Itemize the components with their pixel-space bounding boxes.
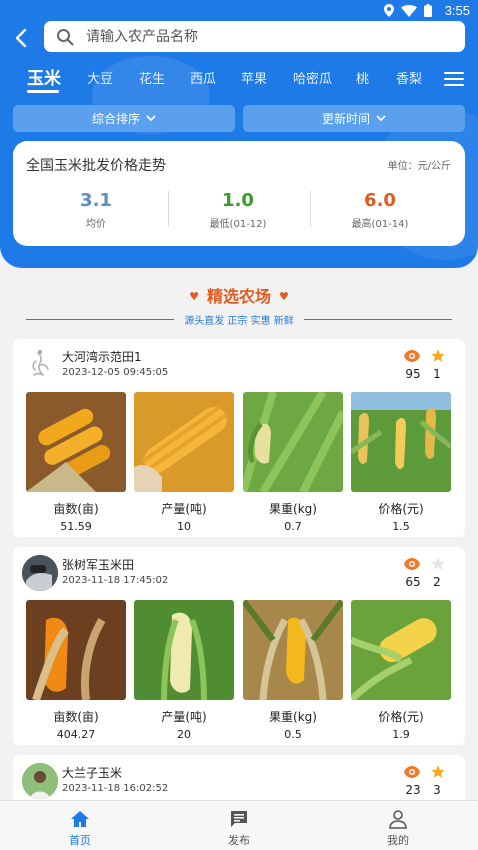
avatar xyxy=(22,555,58,591)
corn-image[interactable] xyxy=(243,392,343,492)
avg-price: 3.1 均价 xyxy=(80,190,112,230)
search-bar[interactable] xyxy=(44,21,465,52)
farm-stat-yield: 产量(吨) 20 xyxy=(161,710,207,741)
farm-stat-area: 亩数(亩) 404.27 xyxy=(53,710,99,741)
farm-card[interactable]: 大河湾示范田1 2023-12-05 09:45:05 95 1 亩数(亩) 5… xyxy=(13,339,465,537)
home-icon xyxy=(71,811,89,827)
farm-date: 2023-12-05 09:45:05 xyxy=(62,367,169,378)
farm-stat-weight: 果重(kg) 0.7 xyxy=(269,502,317,533)
price-card-title: 全国玉米批发价格走势 xyxy=(26,158,166,174)
farm-stat-price: 价格(元) 1.5 xyxy=(378,502,424,533)
tab-peanut[interactable]: 花生 xyxy=(139,68,165,87)
message-icon xyxy=(231,811,247,827)
farm-name: 大河湾示范田1 xyxy=(62,350,142,364)
chevron-down-icon xyxy=(376,115,386,122)
chevron-left-icon xyxy=(15,28,27,48)
tab-apple[interactable]: 苹果 xyxy=(241,68,267,87)
farm-stat-weight: 果重(kg) 0.5 xyxy=(269,710,317,741)
section-title: ♥ 精选农场 ♥ xyxy=(189,287,289,306)
corn-image[interactable] xyxy=(243,600,343,700)
heart-icon: ♥ xyxy=(279,290,289,303)
sort-button-overall[interactable]: 综合排序 xyxy=(13,105,235,132)
tab-corn[interactable]: 玉米 xyxy=(27,64,61,89)
user-icon xyxy=(389,810,407,829)
avatar xyxy=(22,763,58,799)
corn-image[interactable] xyxy=(351,600,451,700)
sort-label: 综合排序 xyxy=(91,112,140,126)
view-count: 95 xyxy=(405,367,421,381)
nav-publish[interactable]: 发布 xyxy=(199,809,279,848)
corn-image[interactable] xyxy=(26,600,126,700)
section-subtitle: 源头直发 正宗 实惠 新鲜 xyxy=(0,312,478,327)
active-tab-indicator xyxy=(27,90,59,93)
sort-label: 更新时间 xyxy=(321,112,370,126)
star-icon[interactable] xyxy=(431,765,445,779)
farm-stat-area: 亩数(亩) 51.59 xyxy=(53,502,99,533)
location-icon xyxy=(384,4,394,17)
tab-watermelon[interactable]: 西瓜 xyxy=(190,68,216,87)
sort-button-update-time[interactable]: 更新时间 xyxy=(243,105,465,132)
max-price: 6.0 最高(01-14) xyxy=(351,190,409,230)
eye-icon xyxy=(404,558,420,570)
status-bar: 3:55 xyxy=(0,0,478,22)
farm-name: 张树军玉米田 xyxy=(62,558,135,572)
tab-hami-melon[interactable]: 哈密瓜 xyxy=(293,68,332,87)
search-input[interactable] xyxy=(86,28,446,45)
tab-pear[interactable]: 香梨 xyxy=(396,68,422,87)
wifi-icon xyxy=(401,4,417,17)
star-icon[interactable] xyxy=(431,349,445,363)
nav-home[interactable]: 首页 xyxy=(40,809,120,848)
status-time: 3:55 xyxy=(444,3,470,18)
price-unit: 单位：元/公斤 xyxy=(387,161,451,172)
back-button[interactable] xyxy=(10,26,34,50)
avatar xyxy=(22,347,58,383)
corn-image[interactable] xyxy=(351,392,451,492)
corn-image[interactable] xyxy=(26,392,126,492)
farm-card[interactable]: 张树军玉米田 2023-11-18 17:45:02 65 2 亩数(亩) 40… xyxy=(13,547,465,745)
bottom-nav: 首页 发布 我的 xyxy=(0,800,478,850)
farm-stat-yield: 产量(吨) 10 xyxy=(161,502,207,533)
tab-peach[interactable]: 桃 xyxy=(356,68,369,87)
view-count: 65 xyxy=(405,575,421,589)
min-price: 1.0 最低(01-12) xyxy=(209,190,267,230)
corn-image[interactable] xyxy=(134,392,234,492)
nav-mine[interactable]: 我的 xyxy=(358,809,438,848)
tab-soybean[interactable]: 大豆 xyxy=(87,68,113,87)
eye-icon xyxy=(404,766,420,778)
category-tabs: 玉米 大豆 花生 西瓜 苹果 哈密瓜 桃 香梨 xyxy=(0,64,478,96)
corn-image[interactable] xyxy=(134,600,234,700)
heart-icon: ♥ xyxy=(189,290,199,303)
search-icon xyxy=(57,28,74,45)
category-menu-button[interactable] xyxy=(444,72,464,86)
view-count: 23 xyxy=(405,783,421,797)
farm-name: 大兰子玉米 xyxy=(62,766,123,780)
eye-icon xyxy=(404,350,420,362)
farm-date: 2023-11-18 16:02:52 xyxy=(62,783,169,794)
battery-icon xyxy=(424,4,432,17)
star-count: 3 xyxy=(433,783,441,797)
farm-date: 2023-11-18 17:45:02 xyxy=(62,575,169,586)
star-count: 2 xyxy=(433,575,441,589)
farm-stat-price: 价格(元) 1.9 xyxy=(378,710,424,741)
price-trend-card[interactable]: 全国玉米批发价格走势 单位：元/公斤 3.1 均价 1.0 最低(01-12) … xyxy=(13,141,465,246)
star-count: 1 xyxy=(433,367,441,381)
star-outline-icon[interactable] xyxy=(431,557,445,571)
chevron-down-icon xyxy=(146,115,156,122)
